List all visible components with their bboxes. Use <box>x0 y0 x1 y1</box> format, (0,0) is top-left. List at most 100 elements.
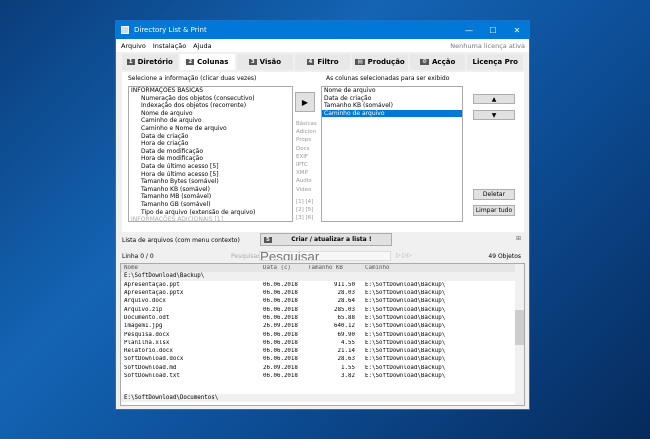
list-item[interactable]: Caminho de arquivo <box>322 109 462 118</box>
create-list-button[interactable]: 5 Criar / atualizar a lista ! <box>260 233 392 246</box>
category-link[interactable]: Audio <box>296 177 317 185</box>
table-row[interactable]: Pesquisa.docx 06.06.2018 69.90 E:\SoftDownl… <box>121 330 524 338</box>
list-group-header[interactable]: INFORMAÇÕES ADICIONAIS [1] <box>129 216 292 221</box>
list-item[interactable]: Hora de último acesso [5] <box>129 171 292 179</box>
list-item[interactable]: Data de criação <box>322 95 462 103</box>
list-item[interactable]: Tamanho MB (somável) <box>129 193 292 201</box>
tab-label: Colunas <box>197 58 229 66</box>
table-row[interactable]: Arquivo.docx 06.06.2018 28.64 E:\SoftDownlo… <box>121 297 524 305</box>
column-header[interactable]: Data (c) <box>260 265 305 271</box>
list-item[interactable]: Indexação dos objetos (recorrente) <box>129 102 292 110</box>
tab-visao[interactable]: 3 Visão <box>237 54 293 70</box>
tab-bar: 1 Diretório 2 Colunas 3 Visão 4 Filtro ▤ Prod… <box>116 52 529 70</box>
maximize-button[interactable]: ☐ <box>481 26 505 35</box>
tab-number: 4 <box>306 59 315 65</box>
category-link[interactable]: Props <box>296 136 317 144</box>
table-row[interactable]: Arquivo.zip 06.06.2018 285.03 E:\SoftDownlo… <box>121 305 524 313</box>
table-cell: 26.09.2018 <box>263 323 298 330</box>
category-link[interactable]: EXIF <box>296 153 317 161</box>
available-columns-list[interactable]: INFORMAÇÕES BÁSICAS Numeração dos objetos… <box>128 86 293 222</box>
category-link[interactable]: XMP <box>296 169 317 177</box>
menu-ajuda[interactable]: Ajuda <box>193 42 211 50</box>
column-header[interactable]: Nome <box>121 265 260 271</box>
list-item[interactable]: Hora de criação <box>129 140 292 148</box>
table-row[interactable]: Apresentação.ppt 06.06.2018 911.50 E:\SoftD… <box>121 281 524 289</box>
list-item[interactable]: Data de modificação <box>129 148 292 156</box>
delete-button[interactable]: Deletar <box>473 189 515 200</box>
step-number: 5 <box>264 236 272 243</box>
move-down-button[interactable]: ▼ <box>473 110 515 120</box>
list-item[interactable]: Data de último acesso [5] <box>129 163 292 171</box>
category-link[interactable]: IPTC <box>296 161 317 169</box>
tree-view-icon[interactable]: ⊞ <box>516 235 521 242</box>
table-row[interactable]: SoftDownload.md 26.09.2018 1.55 E:\SoftDown… <box>121 364 524 372</box>
search-label: Pesquisar <box>231 253 260 260</box>
table-scrollbar[interactable] <box>515 264 524 405</box>
tab-label: Produção <box>367 58 405 66</box>
column-header[interactable]: Tamanho KB <box>305 265 359 271</box>
move-up-button[interactable]: ▲ <box>473 94 515 104</box>
table-cell: 06.06.2018 <box>263 348 298 355</box>
table-row[interactable]: imagem1.jpg 26.09.2018 640.12 E:\SoftDownlo… <box>121 322 524 330</box>
category-link[interactable]: Básicas <box>296 120 317 128</box>
table-row[interactable]: Planilha.xlsx 06.06.2018 4.55 E:\SoftDownlo… <box>121 339 524 347</box>
page-link[interactable]: [1] [4] <box>296 198 317 206</box>
close-button[interactable]: ✕ <box>505 26 529 35</box>
menu-instalacao[interactable]: Instalação <box>153 42 186 50</box>
table-row[interactable]: Documento.odt 06.06.2018 65.88 E:\SoftDownl… <box>121 314 524 322</box>
column-header[interactable]: Caminho <box>359 265 524 271</box>
page-link[interactable]: [2] [5] <box>296 206 317 214</box>
file-table[interactable]: Nome Data (c) Tamanho KB Caminho E:\SoftDown… <box>120 263 525 406</box>
list-item[interactable]: Tamanho KB (somável) <box>129 186 292 194</box>
list-item[interactable]: Caminho e Nome de arquivo <box>129 125 292 133</box>
selected-columns-list[interactable]: Nome de arquivo Data de criação Tamanho KB… <box>321 86 463 222</box>
table-cell: SoftDownload.txt <box>124 373 180 379</box>
list-item[interactable]: Tamanho KB (somável) <box>322 102 462 110</box>
tab-accao[interactable]: ⚙ Acção <box>409 54 466 70</box>
find-next-button[interactable]: ▷ ▷▷ <box>396 252 412 259</box>
list-item[interactable]: Hora de modificação <box>129 155 292 163</box>
table-row[interactable]: SoftDownload.docx 06.06.2018 28.63 E:\SoftD… <box>121 355 524 363</box>
category-link[interactable]: Docs <box>296 145 317 153</box>
menu-arquivo[interactable]: Arquivo <box>121 42 146 50</box>
tab-producao[interactable]: ▤ Produção <box>352 54 408 70</box>
list-group-header[interactable]: INFORMAÇÕES BÁSICAS <box>129 87 292 95</box>
page-link[interactable]: [3] [6] <box>296 214 317 222</box>
tab-colunas[interactable]: 2 Colunas <box>179 54 236 70</box>
minimize-button[interactable]: — <box>457 26 481 35</box>
list-item[interactable]: Numeração dos objetos (consecutivo) <box>129 95 292 103</box>
table-row[interactable]: Apresentação.pptx 06.06.2018 28.03 E:\SoftD… <box>121 289 524 297</box>
tab-filtro[interactable]: 4 Filtro <box>294 54 351 70</box>
tab-diretorio[interactable]: 1 Diretório <box>122 54 178 70</box>
list-item[interactable]: Nome de arquivo <box>322 87 462 95</box>
list-item[interactable]: Tamanho Bytes (somável) <box>129 178 292 186</box>
list-item[interactable]: Tipo de arquivo (extensão de arquivo) <box>129 209 292 217</box>
license-status: Nenhuma licença ativa <box>450 41 525 50</box>
table-cell: 06.06.2018 <box>263 290 298 297</box>
list-item[interactable]: Caminho de arquivo <box>129 117 292 125</box>
table-row[interactable]: Relatório.docx 06.06.2018 21.14 E:\SoftDown… <box>121 347 524 355</box>
table-cell: 28.64 <box>337 298 355 305</box>
line-counter: Linha 0 / 0 <box>122 253 154 260</box>
list-item[interactable]: Tamanho GB (somável) <box>129 201 292 209</box>
group-row[interactable]: E:\SoftDownload\Documentos\ <box>121 394 524 403</box>
table-cell: 65.88 <box>337 314 355 321</box>
gear-icon: ⚙ <box>420 59 430 65</box>
table-cell: 06.06.2018 <box>263 314 298 321</box>
category-link[interactable]: Adicion <box>296 128 317 136</box>
add-column-button[interactable]: ▶ <box>295 92 315 112</box>
table-row[interactable]: SoftDownload.txt 06.06.2018 3.82 E:\SoftDow… <box>121 372 524 380</box>
tab-licenca-pro[interactable]: Licença Pro <box>467 54 524 70</box>
table-cell: E:\SoftDownload\Backup\ <box>365 323 446 330</box>
list-item[interactable]: Data de criação <box>129 133 292 141</box>
table-cell: 4.55 <box>341 339 355 346</box>
search-input[interactable] <box>259 251 391 261</box>
list-item[interactable]: Nome de arquivo <box>129 110 292 118</box>
table-cell: 06.06.2018 <box>263 373 298 379</box>
category-link[interactable]: Video <box>296 186 317 194</box>
table-cell: E:\SoftDownload\Backup\ <box>365 331 446 338</box>
group-row[interactable]: E:\SoftDownload\Backup\ <box>121 272 524 281</box>
table-cell: 28.63 <box>337 356 355 363</box>
clear-all-button[interactable]: Limpar tudo <box>473 205 515 216</box>
table-cell: Relatório.docx <box>124 348 173 355</box>
